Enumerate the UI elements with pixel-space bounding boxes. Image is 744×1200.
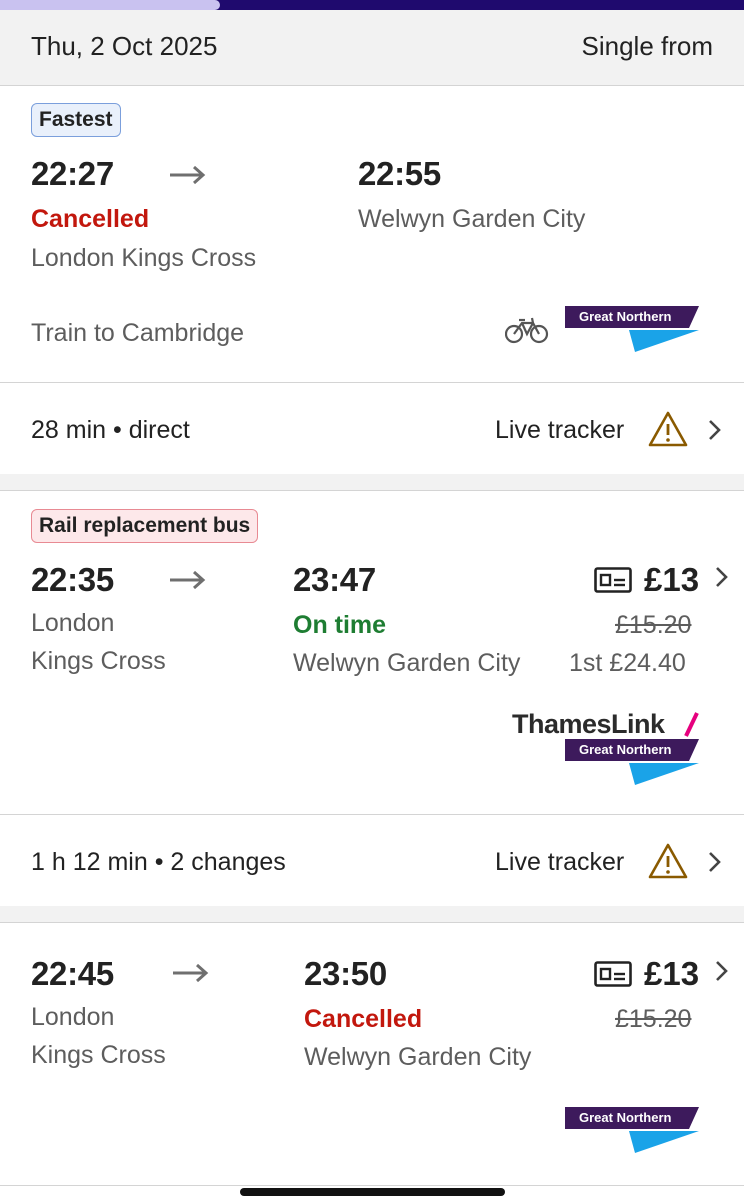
warning-icon (648, 843, 688, 879)
bicycle-icon (505, 317, 549, 344)
service-description: Train to Cambridge (31, 319, 245, 347)
arrival-status: Cancelled (304, 1005, 423, 1033)
thameslink-logo-text: ThamesLink (512, 709, 665, 739)
great-northern-logo-text: Great Northern (579, 742, 672, 757)
great-northern-logo: Great Northern (565, 306, 699, 352)
original-price: £15.20 (615, 611, 692, 639)
rail-replacement-bus-tag: Rail replacement bus (31, 509, 259, 543)
journey-progress-bar (0, 0, 744, 10)
separator-dot: • (113, 416, 129, 444)
arrival-station: Welwyn Garden City (358, 205, 586, 233)
departure-status: Cancelled (31, 205, 150, 233)
departure-station-line2: Kings Cross (31, 1041, 166, 1069)
journey-card-1[interactable]: Fastest 22:27 22:55 Cancelled Welwyn Gar… (0, 87, 744, 382)
journey-summary-row-2[interactable]: 1 h 12 min • 2 changes Live tracker (0, 815, 744, 906)
travel-date[interactable]: Thu, 2 Oct 2025 (31, 31, 217, 62)
journey-card-2[interactable]: Rail replacement bus 22:35 23:47 £13 Lon… (0, 491, 744, 814)
thameslink-slash-icon (684, 712, 699, 737)
arrival-station: Welwyn Garden City (293, 649, 521, 677)
live-tracker-link[interactable]: Live tracker (495, 848, 624, 877)
date-header: Thu, 2 Oct 2025 Single from (0, 10, 744, 86)
arrival-time: 22:55 (358, 155, 441, 192)
arrival-status: On time (293, 611, 387, 639)
journey-summary-row-1[interactable]: 28 min • direct Live tracker (0, 383, 744, 474)
live-tracker-link[interactable]: Live tracker (495, 416, 624, 445)
progress-fill (0, 0, 220, 10)
chevron-right-icon[interactable] (708, 851, 722, 873)
chevron-right-icon[interactable] (708, 419, 722, 441)
great-northern-logo-text: Great Northern (579, 1110, 672, 1125)
first-class-price: 1st £24.40 (569, 649, 686, 677)
fare-type-label: Single from (581, 31, 714, 61)
departure-time: 22:27 (31, 155, 114, 192)
great-northern-logo-text: Great Northern (579, 309, 672, 324)
arrow-right-icon (173, 963, 209, 983)
arrow-right-icon (170, 570, 206, 590)
chevron-right-icon[interactable] (715, 566, 729, 588)
departure-time: 22:45 (31, 955, 114, 992)
home-indicator[interactable] (240, 1188, 505, 1196)
thameslink-great-northern-logo: ThamesLink Great Northern (512, 709, 702, 785)
separator-dot: • (154, 848, 171, 876)
changes-text: direct (128, 416, 190, 444)
duration-text: 28 min (31, 416, 107, 444)
price: £13 (644, 955, 700, 992)
arrival-station: Welwyn Garden City (304, 1043, 532, 1071)
departure-station: London Kings Cross (31, 244, 257, 272)
journey-duration: 1 h 12 min • 2 changes (31, 848, 286, 877)
original-price: £15.20 (615, 1005, 692, 1033)
warning-icon (648, 411, 688, 447)
great-northern-logo: Great Northern (565, 1107, 699, 1153)
ticket-icon (594, 567, 632, 593)
arrival-time: 23:47 (293, 561, 376, 598)
departure-station-line2: Kings Cross (31, 647, 166, 675)
departure-station-line1: London (31, 1003, 115, 1031)
departure-station-line1: London (31, 609, 115, 637)
divider (0, 1185, 744, 1186)
chevron-right-icon[interactable] (715, 960, 729, 982)
arrow-right-icon (170, 165, 206, 185)
changes-text: 2 changes (170, 848, 286, 876)
duration-text: 1 h 12 min (31, 848, 148, 876)
journey-duration: 28 min • direct (31, 416, 190, 445)
price: £13 (644, 561, 700, 598)
section-gap (0, 906, 744, 922)
journey-card-3[interactable]: 22:45 23:50 £13 London Cancelled £15.20 … (0, 923, 744, 1185)
ticket-icon (594, 961, 632, 987)
fastest-tag: Fastest (31, 103, 121, 137)
departure-time: 22:35 (31, 561, 114, 598)
arrival-time: 23:50 (304, 955, 387, 992)
section-gap (0, 474, 744, 490)
